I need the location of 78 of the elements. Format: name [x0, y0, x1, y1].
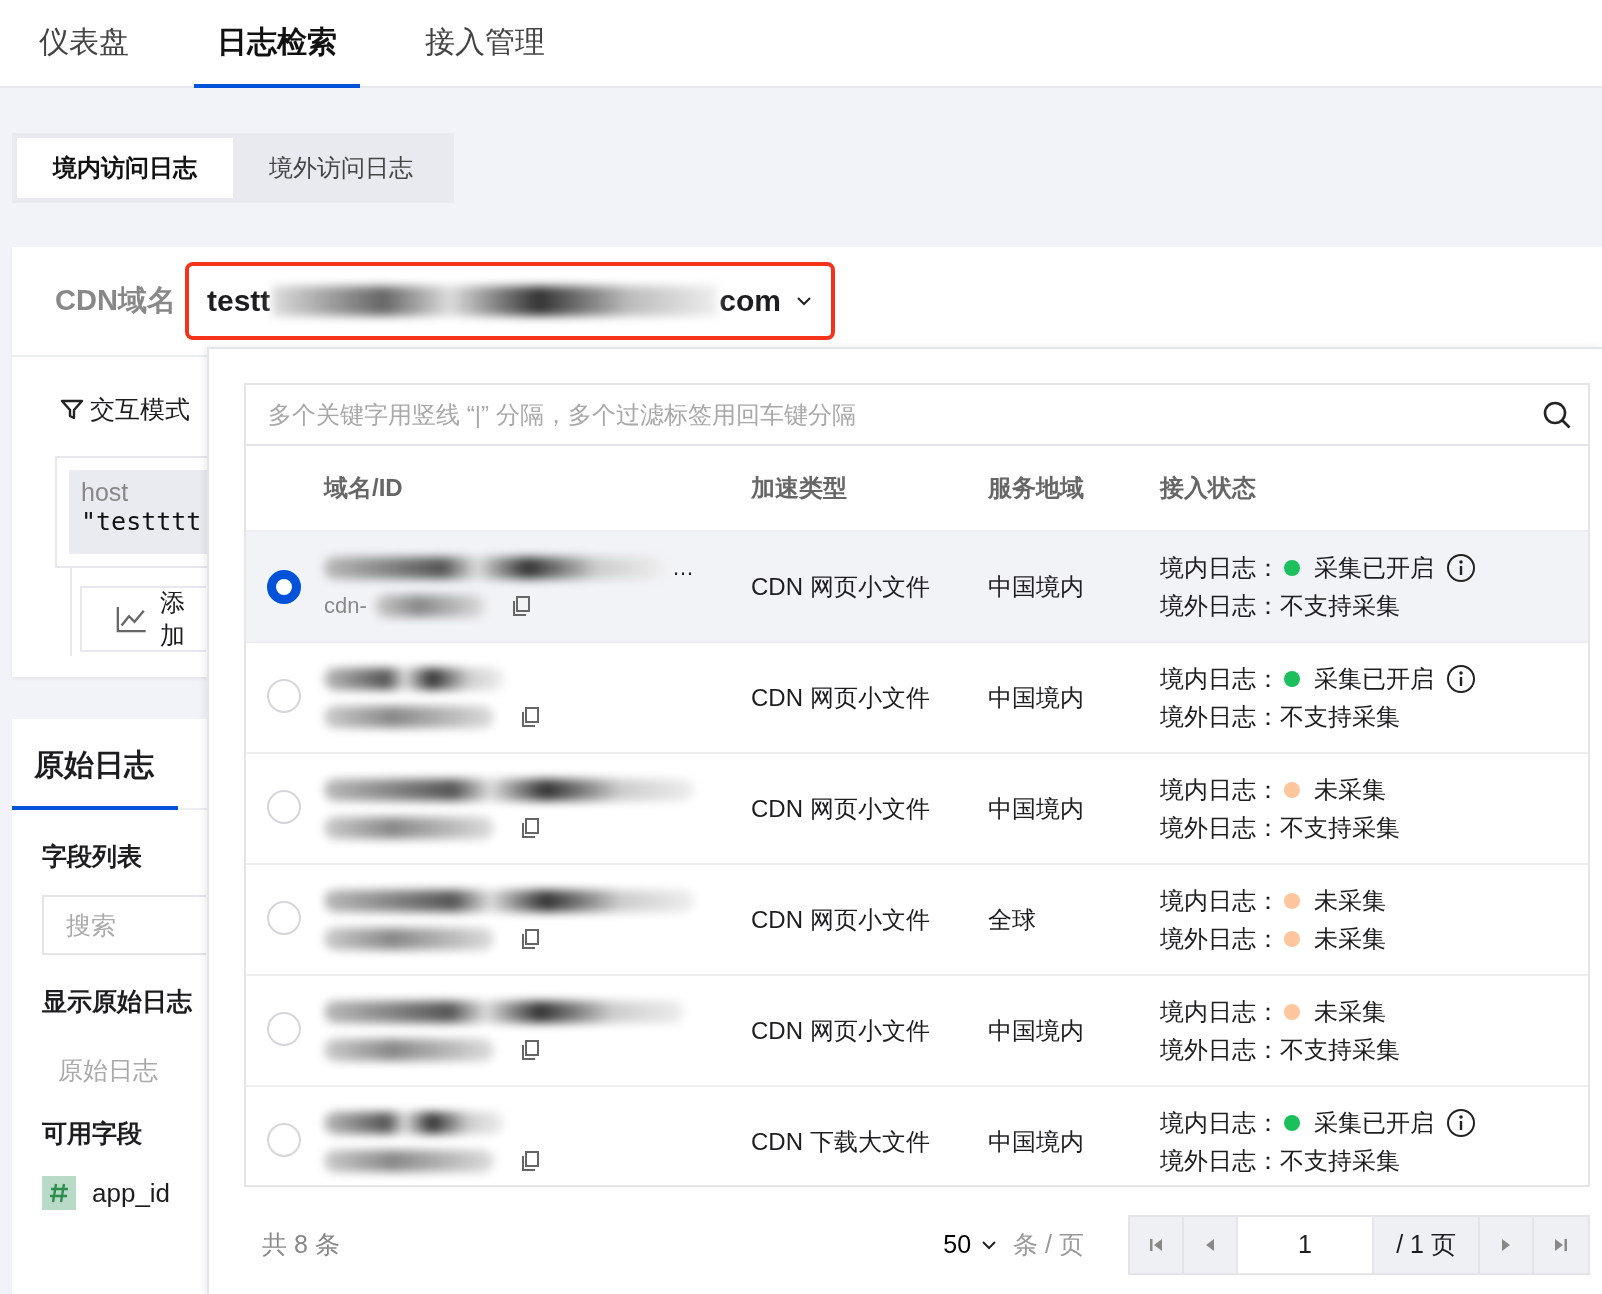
table-cell-text: CDN 下载大文件	[751, 1126, 931, 1157]
table-cell-text: 全球	[988, 904, 1037, 935]
column-header: 服务地域	[988, 473, 1085, 504]
section-title: 显示原始日志	[42, 986, 193, 1017]
copy-icon[interactable]	[520, 1149, 540, 1172]
section-title: 可用字段	[42, 1118, 143, 1149]
table-cell-text: CDN 网页小文件	[751, 793, 931, 824]
field-item: 原始日志	[58, 1055, 159, 1086]
status-label: 境内日志：	[1160, 885, 1280, 916]
id-text: cdn-	[324, 592, 367, 619]
info-icon[interactable]	[1446, 663, 1476, 694]
table-cell-text: CDN 网页小文件	[751, 571, 931, 602]
status-label: 境外日志：	[1160, 812, 1280, 843]
table-cell-text: CDN 网页小文件	[751, 682, 931, 713]
status-label: 境内日志：	[1160, 774, 1280, 805]
domain-select[interactable]: testt com	[185, 262, 835, 340]
status-text: 未采集	[1314, 885, 1386, 916]
table-cell-text: 中国境内	[988, 1126, 1085, 1157]
last-page-icon	[1553, 1236, 1569, 1253]
chart-icon	[116, 604, 146, 634]
status-text: 采集已开启	[1314, 663, 1434, 694]
status-label: 境外日志：	[1160, 923, 1280, 954]
status-text: 不支持采集	[1280, 590, 1400, 621]
filter-icon	[60, 397, 84, 422]
log-type-tab[interactable]: 境内访问日志	[17, 138, 233, 198]
table-cell-text: 中国境内	[988, 793, 1085, 824]
copy-icon[interactable]	[520, 1038, 540, 1061]
nav-tab[interactable]: 仪表盘	[16, 0, 152, 88]
add-button[interactable]: 添加	[80, 586, 206, 652]
column-header: 域名/ID	[324, 473, 404, 504]
raw-log-tab[interactable]: 原始日志	[12, 719, 178, 810]
status-text: 未采集	[1314, 923, 1386, 954]
status-text: 不支持采集	[1280, 1145, 1400, 1176]
copy-icon[interactable]	[520, 705, 540, 728]
number-type-icon	[42, 1176, 76, 1210]
table-cell-text: CDN 网页小文件	[751, 904, 931, 935]
log-type-tab[interactable]: 境外访问日志	[233, 138, 449, 198]
mode-label[interactable]: 交互模式	[90, 393, 190, 426]
page-size-select[interactable]: 50	[943, 1230, 998, 1260]
table-cell-text: 中国境内	[988, 682, 1085, 713]
copy-icon[interactable]	[520, 816, 540, 839]
radio-button[interactable]	[267, 569, 301, 604]
status-text: 不支持采集	[1280, 812, 1400, 843]
status-text: 未采集	[1314, 774, 1386, 805]
nav-tab[interactable]: 日志检索	[194, 0, 360, 88]
status-label: 境外日志：	[1160, 701, 1280, 732]
status-label: 境外日志：	[1160, 1034, 1280, 1065]
section-title: 字段列表	[42, 841, 143, 872]
table-cell-text: CDN 网页小文件	[751, 1015, 931, 1046]
ellipsis-text: …	[672, 554, 694, 581]
field-name[interactable]: app_id	[92, 1177, 171, 1209]
status-label: 境外日志：	[1160, 590, 1280, 621]
first-page-icon	[1148, 1236, 1164, 1253]
table-cell-text: 中国境内	[988, 1015, 1085, 1046]
status-label: 境内日志：	[1160, 552, 1280, 583]
status-text: 采集已开启	[1314, 1107, 1434, 1138]
info-icon[interactable]	[1446, 552, 1476, 583]
status-text: 不支持采集	[1280, 701, 1400, 732]
copy-icon[interactable]	[520, 927, 540, 950]
column-header: 接入状态	[1160, 473, 1257, 504]
search-icon[interactable]	[1542, 399, 1572, 430]
nav-tab[interactable]: 接入管理	[402, 0, 568, 88]
status-text: 采集已开启	[1314, 552, 1434, 583]
status-label: 境内日志：	[1160, 1107, 1280, 1138]
page-input[interactable]: 1	[1238, 1216, 1374, 1273]
status-label: 境内日志：	[1160, 663, 1280, 694]
total-count: 共 8 条	[262, 1229, 340, 1261]
copy-icon[interactable]	[510, 594, 531, 617]
status-text: 未采集	[1314, 996, 1386, 1027]
status-label: 境外日志：	[1160, 1145, 1280, 1176]
column-header: 加速类型	[751, 473, 848, 504]
filter-tag[interactable]: host "testttt	[69, 470, 207, 554]
status-text: 不支持采集	[1280, 1034, 1400, 1065]
page-size-unit: 条 / 页	[1013, 1229, 1084, 1261]
status-label: 境内日志：	[1160, 996, 1280, 1027]
domain-label: CDN域名	[55, 283, 177, 318]
table-cell-text: 中国境内	[988, 571, 1085, 602]
info-icon[interactable]	[1446, 1107, 1476, 1138]
